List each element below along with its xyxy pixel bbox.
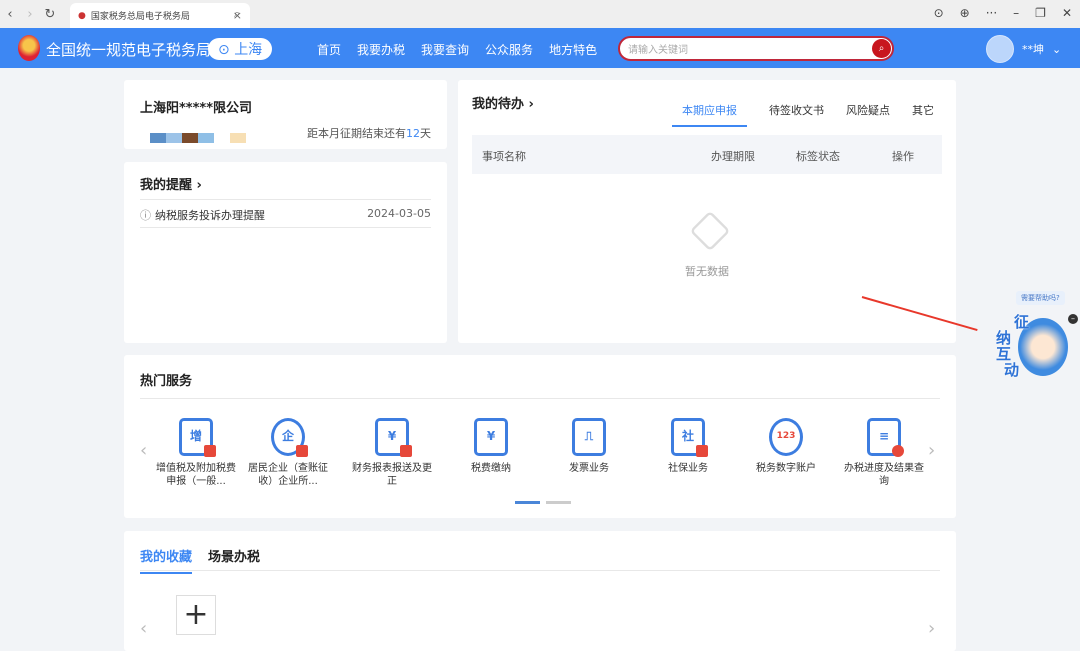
company-name: 上海阳*****限公司	[140, 101, 252, 116]
service-label: 居民企业（查账征收）企业所...	[248, 463, 328, 487]
vat-icon: 增	[179, 418, 216, 457]
search-button[interactable]: ⌕	[872, 39, 891, 58]
carousel-prev-icon[interactable]: ‹	[140, 440, 147, 461]
todo-table-header: 事项名称 办理期限 标签状态 操作	[472, 135, 942, 174]
service-label: 增值税及附加税费申报（一般...	[156, 463, 236, 487]
tax-emblem-logo	[18, 35, 40, 61]
progress-query-icon: ≡	[867, 418, 904, 457]
service-social-security[interactable]: 社社保业务	[646, 418, 730, 475]
deadline-text: 距本月征期结束还有12天	[307, 127, 431, 140]
company-card: 上海阳*****限公司 距本月征期结束还有12天	[124, 80, 447, 149]
favorites-prev-icon[interactable]: ‹	[140, 618, 147, 639]
tab-other[interactable]: 其它	[912, 102, 934, 127]
carousel-dot[interactable]	[546, 501, 571, 504]
col-name: 事项名称	[482, 150, 526, 163]
service-tax-payment[interactable]: ¥ 税费缴纳	[449, 418, 533, 475]
service-invoice[interactable]: ⎍ 发票业务	[547, 418, 631, 475]
close-icon[interactable]: ✕	[1062, 6, 1072, 20]
assistant-label[interactable]: 征纳互动	[996, 314, 1029, 378]
info-icon: ⓘ	[140, 209, 151, 222]
back-icon[interactable]: ‹	[0, 7, 20, 22]
service-label: 税务数字账户	[756, 463, 816, 474]
favicon-icon: ●	[78, 10, 86, 21]
service-vat[interactable]: 增增值税及附加税费申报（一般...	[154, 418, 238, 488]
add-favorite-button[interactable]: +	[176, 595, 216, 635]
city-label: 上海	[234, 42, 263, 58]
service-label: 办税进度及结果查询	[844, 463, 924, 487]
reminder-item[interactable]: ⓘ 纳税服务投诉办理提醒 2024-03-05	[140, 207, 431, 223]
site-header: 全国统一规范电子税务局 ⊙ 上海 首页 我要办税 我要查询 公众服务 地方特色 …	[0, 28, 1080, 68]
nav-local-feature[interactable]: 地方特色	[549, 41, 597, 58]
forward-icon[interactable]: ›	[20, 7, 40, 22]
todo-tabs: 本期应申报 待签收文书 风险疑点 其它	[672, 102, 934, 127]
service-financial-report[interactable]: ¥ 财务报表报送及更正	[350, 418, 434, 488]
user-name: **坤	[1022, 43, 1044, 56]
todo-title[interactable]: 我的待办 ›	[472, 93, 534, 112]
collapse-icon[interactable]: –	[1068, 314, 1078, 324]
carousel-dot-active[interactable]	[515, 501, 540, 504]
hot-services-title: 热门服务	[140, 374, 193, 389]
more-icon[interactable]: ···	[986, 6, 997, 20]
tab-risks[interactable]: 风险疑点	[846, 102, 890, 127]
service-digital-account[interactable]: 123 税务数字账户	[744, 418, 828, 475]
favorites-card: 我的收藏 场景办税 +	[124, 531, 956, 651]
nav-handle-tax[interactable]: 我要办税	[357, 41, 405, 58]
col-action: 操作	[892, 150, 914, 163]
browser-toolbar: ‹ › ↻ ● 国家税务总局电子税务局 × ⌕ ⊙ ⊕ ··· – ❐ ✕	[0, 0, 1080, 28]
divider	[140, 398, 940, 399]
search-input[interactable]: 请输入关键词 ⌕	[618, 36, 894, 61]
report-icon: ¥	[375, 418, 412, 457]
minimize-icon[interactable]: –	[1013, 6, 1019, 20]
reminder-date: 2024-03-05	[367, 207, 431, 220]
service-corporate-income-tax[interactable]: 企居民企业（查账征收）企业所...	[246, 418, 330, 488]
tab-documents[interactable]: 待签收文书	[769, 102, 824, 127]
restore-icon[interactable]: ❐	[1035, 6, 1046, 20]
col-deadline: 办理期限	[711, 150, 755, 163]
divider	[140, 199, 431, 200]
globe-icon[interactable]: ⊕	[960, 6, 970, 20]
digital-account-icon: 123	[769, 418, 803, 456]
service-label: 财务报表报送及更正	[352, 463, 432, 487]
download-icon[interactable]: ⊙	[934, 6, 944, 20]
browser-tab[interactable]: ● 国家税务总局电子税务局 ×	[70, 3, 250, 28]
empty-text: 暂无数据	[685, 265, 729, 278]
reload-icon[interactable]: ↻	[40, 7, 60, 22]
reminders-title[interactable]: 我的提醒 ›	[140, 174, 202, 193]
city-selector[interactable]: ⊙ 上海	[208, 38, 273, 60]
user-menu[interactable]: **坤 ⌄	[986, 35, 1061, 63]
service-label: 税费缴纳	[471, 463, 511, 474]
chevron-down-icon: ⌄	[1052, 42, 1062, 56]
col-status: 标签状态	[796, 150, 840, 163]
avatar	[986, 35, 1014, 63]
tab-title: 国家税务总局电子税务局	[90, 12, 190, 22]
payment-icon: ¥	[474, 418, 508, 456]
service-label: 社保业务	[668, 463, 708, 474]
site-title[interactable]: 全国统一规范电子税务局	[46, 39, 211, 60]
masked-id	[150, 133, 246, 143]
divider	[140, 570, 940, 571]
reminders-card: 我的提醒 › ⓘ 纳税服务投诉办理提醒 2024-03-05	[124, 162, 447, 343]
social-security-icon: 社	[671, 418, 708, 457]
nav-public-service[interactable]: 公众服务	[485, 41, 533, 58]
favorites-next-icon[interactable]: ›	[928, 618, 935, 639]
enterprise-icon: 企	[271, 418, 308, 457]
service-label: 发票业务	[569, 463, 609, 474]
carousel-next-icon[interactable]: ›	[928, 440, 935, 461]
search-placeholder: 请输入关键词	[628, 45, 688, 56]
divider	[140, 227, 431, 228]
reminder-text: 纳税服务投诉办理提醒	[155, 209, 265, 222]
search-icon[interactable]: ⌕	[234, 7, 240, 21]
tab-current-declaration[interactable]: 本期应申报	[672, 102, 747, 127]
nav-home[interactable]: 首页	[317, 41, 341, 58]
empty-box-icon	[689, 210, 731, 252]
nav-query[interactable]: 我要查询	[421, 41, 469, 58]
service-progress-query[interactable]: ≡ 办税进度及结果查询	[842, 418, 926, 488]
assistant-bubble: 需要帮助吗?	[1016, 291, 1065, 305]
invoice-icon: ⎍	[572, 418, 606, 456]
